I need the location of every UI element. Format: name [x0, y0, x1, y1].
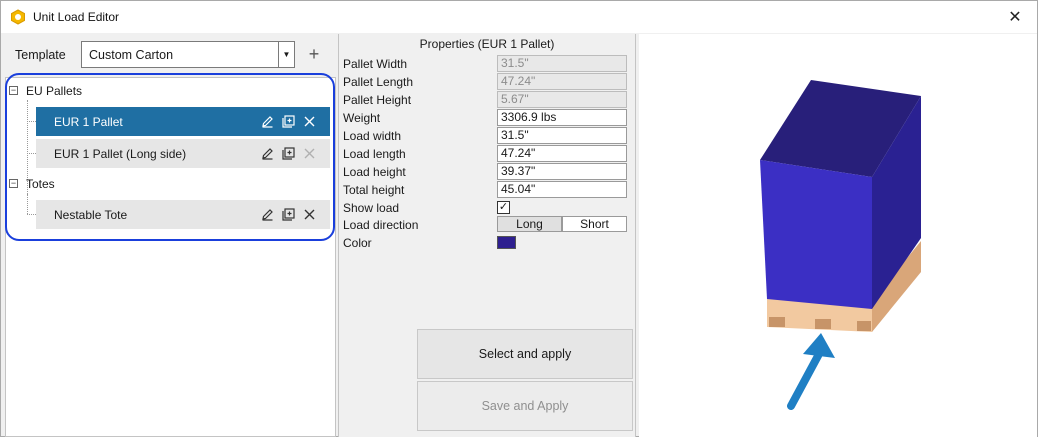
load-direction-arrow-head [803, 333, 835, 358]
load-direction-arrow-shaft [787, 350, 823, 410]
pallet-block [857, 321, 871, 331]
color-swatch[interactable] [497, 236, 516, 249]
load-height-field[interactable]: 39.37" [497, 163, 627, 180]
template-selected-value: Custom Carton [89, 48, 174, 62]
close-button[interactable]: ✕ [993, 1, 1037, 33]
prop-pallet-length: Pallet Length 47.24" [343, 73, 633, 91]
weight-field[interactable]: 3306.9 lbs [497, 109, 627, 126]
properties-title: Properties (EUR 1 Pallet) [419, 37, 555, 51]
select-and-apply-button[interactable]: Select and apply [417, 329, 633, 379]
total-height-field[interactable]: 45.04" [497, 181, 627, 198]
prop-total-height: Total height 45.04" [343, 181, 633, 199]
prop-pallet-height: Pallet Height 5.67" [343, 91, 633, 109]
prop-label: Load direction [343, 218, 419, 232]
prop-label: Load height [343, 165, 406, 179]
properties-panel: Properties (EUR 1 Pallet) Pallet Width 3… [338, 34, 636, 437]
prop-weight: Weight 3306.9 lbs [343, 109, 633, 127]
pallet-block [815, 319, 831, 329]
load-width-field[interactable]: 31.5" [497, 127, 627, 144]
prop-load-length: Load length 47.24" [343, 145, 633, 163]
prop-label: Show load [343, 201, 400, 215]
annotation-highlight [5, 73, 335, 241]
prop-load-height: Load height 39.37" [343, 163, 633, 181]
prop-label: Load width [343, 129, 402, 143]
pallet-length-field: 47.24" [497, 73, 627, 90]
app-logo-icon [11, 9, 25, 25]
prop-label: Load length [343, 147, 406, 161]
template-dropdown[interactable]: Custom Carton ▼ [81, 41, 295, 68]
pallet-block [769, 317, 785, 327]
prop-pallet-width: Pallet Width 31.5" [343, 55, 633, 73]
load-direction-short-button[interactable]: Short [562, 216, 627, 232]
add-template-button[interactable]: + [302, 42, 326, 66]
show-load-checkbox[interactable]: ✓ [497, 201, 510, 214]
prop-load-direction: Load direction Long Short [343, 216, 633, 234]
pallet-height-field: 5.67" [497, 91, 627, 108]
title-bar: Unit Load Editor ✕ [1, 1, 1037, 33]
save-and-apply-button: Save and Apply [417, 381, 633, 431]
prop-load-width: Load width 31.5" [343, 127, 633, 145]
prop-label: Color [343, 236, 372, 250]
template-label: Template [15, 48, 66, 62]
unit-load-3d-render [760, 80, 921, 410]
load-direction-long-button[interactable]: Long [497, 216, 562, 232]
pallet-width-field: 31.5" [497, 55, 627, 72]
prop-color: Color [343, 234, 633, 252]
prop-label: Weight [343, 111, 381, 125]
chevron-down-icon[interactable]: ▼ [278, 42, 294, 67]
prop-label: Pallet Height [343, 93, 412, 107]
prop-show-load: Show load ✓ [343, 199, 633, 217]
load-front-face [760, 160, 872, 309]
prop-label: Pallet Width [343, 57, 408, 71]
prop-label: Total height [343, 183, 405, 197]
window-title: Unit Load Editor [33, 10, 120, 24]
load-length-field[interactable]: 47.24" [497, 145, 627, 162]
3d-preview-viewport[interactable] [639, 34, 1037, 437]
prop-label: Pallet Length [343, 75, 414, 89]
unit-load-editor-window: Unit Load Editor ✕ Template Custom Carto… [0, 0, 1038, 437]
load-direction-toggle: Long Short [497, 216, 627, 233]
